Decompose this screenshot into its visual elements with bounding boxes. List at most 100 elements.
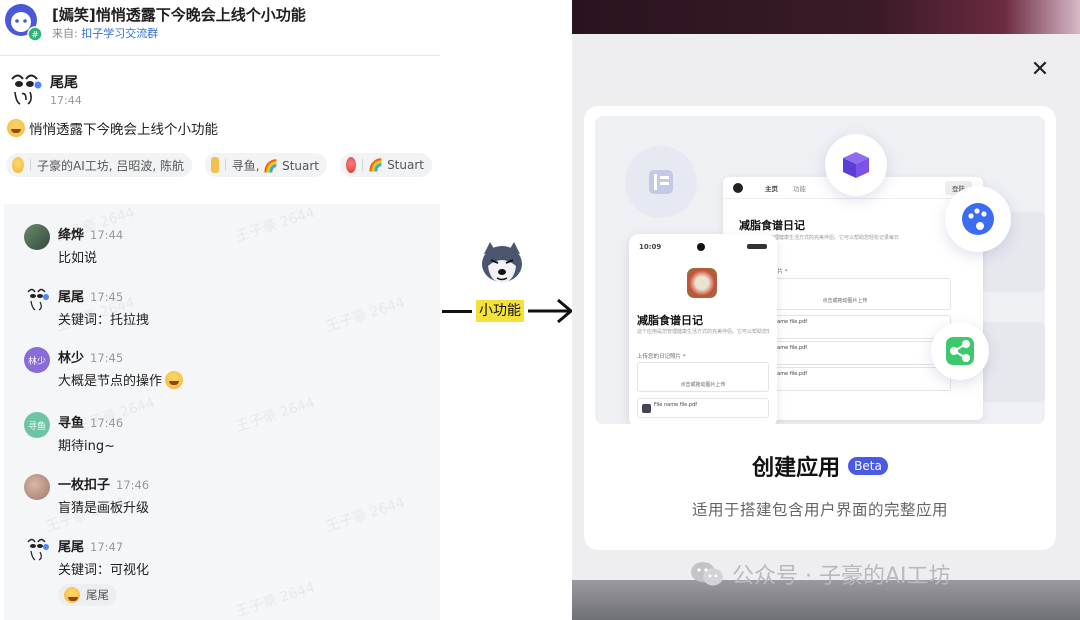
upload-label: 上传您的日记照片 * bbox=[637, 354, 686, 360]
app-title: 减脂食谱日记 bbox=[637, 314, 703, 327]
nav-home: 主页 bbox=[765, 185, 778, 193]
sender-avatar[interactable] bbox=[6, 70, 44, 108]
reply-time: 17:45 bbox=[90, 351, 124, 365]
reply-time: 17:47 bbox=[90, 540, 124, 554]
reply-name[interactable]: 尾尾 bbox=[58, 540, 84, 555]
card-title-text: 创建应用 bbox=[752, 456, 841, 481]
feature-modal: ✕ 主页 功能 登陆 减脂食谱日记 这个应用是您管理健康生活方式的完美伴侣。它可… bbox=[572, 0, 1080, 620]
watermark: 王子豪 2644 bbox=[323, 494, 407, 536]
reply-name[interactable]: 尾尾 bbox=[58, 290, 84, 305]
grin-emoji-icon bbox=[12, 157, 25, 173]
group-avatar[interactable]: # bbox=[4, 3, 42, 41]
reply-text: 期待ing~ bbox=[58, 439, 115, 454]
app-desc: 这个应用是您管理健康生活方式的完美伴侣。它可以帮助您轻松记录每日 bbox=[637, 329, 769, 335]
thumbs-up-icon bbox=[211, 157, 220, 173]
nav-feature: 功能 bbox=[793, 185, 806, 193]
thread-title: [嫣笑]悄悄透露下今晚会上线个小功能 bbox=[52, 6, 306, 24]
file-name: File name file.pdf bbox=[654, 402, 698, 408]
reply-time: 17:44 bbox=[90, 228, 124, 242]
upload-hint: 点击或拖动图片上传 bbox=[680, 382, 726, 388]
laughing-crying-emoji-icon bbox=[165, 370, 184, 389]
watermark: 王子豪 2644 bbox=[323, 294, 407, 336]
reply-avatar[interactable]: 寻鱼 bbox=[24, 412, 50, 438]
reaction-chip[interactable]: 寻鱼, 🌈 Stuart bbox=[205, 153, 327, 177]
reply-time: 17:46 bbox=[90, 416, 124, 430]
reply-name[interactable]: 绛烨 bbox=[58, 228, 84, 243]
upload-box: 点击或拖动图片上传 bbox=[637, 362, 769, 392]
sender-name[interactable]: 尾尾 bbox=[50, 72, 78, 92]
app-title: 减脂食谱日记 bbox=[739, 219, 805, 232]
reaction-users: 子豪的AI工坊, 吕昭波, 陈航 bbox=[36, 158, 184, 173]
phone-time: 10:09 bbox=[639, 243, 662, 251]
wechat-icon bbox=[691, 562, 723, 586]
reply-avatar[interactable]: 林少 bbox=[24, 347, 50, 373]
reaction-users: 寻鱼, 🌈 Stuart bbox=[231, 158, 319, 173]
message-time: 17:44 bbox=[50, 94, 82, 107]
reply-text: 关键词：可视化 bbox=[58, 563, 150, 578]
reaction-users: 🌈 Stuart bbox=[368, 158, 424, 172]
reply-header: 尾尾 17:45 bbox=[58, 286, 123, 305]
reply-header: 尾尾 17:47 bbox=[58, 536, 123, 555]
highlight-label: 小功能 bbox=[476, 300, 524, 322]
thread-header: # [嫣笑]悄悄透露下今晚会上线个小功能 来自: 扣子学习交流群 bbox=[0, 0, 440, 56]
share-icon bbox=[931, 322, 989, 380]
watermark: 王子豪 2644 bbox=[233, 394, 317, 436]
laughing-emoji-icon bbox=[64, 587, 80, 603]
reply-time: 17:46 bbox=[116, 478, 150, 492]
reply-name[interactable]: 一枚扣子 bbox=[58, 478, 110, 493]
arrow-right-icon bbox=[528, 298, 574, 324]
book-icon bbox=[625, 146, 697, 218]
reaction-chip[interactable]: 尾尾 bbox=[58, 584, 117, 606]
file-row: File name file.pdf bbox=[637, 398, 769, 418]
reply-avatar[interactable] bbox=[24, 474, 50, 500]
connector-line bbox=[442, 310, 472, 313]
reply-avatar[interactable] bbox=[24, 224, 50, 250]
reply-content: 大概是节点的操作 bbox=[58, 374, 163, 389]
reply-text: 盲猜是画板升级 bbox=[58, 501, 150, 516]
watermark: 王子豪 2644 bbox=[233, 579, 317, 620]
husky-emoji-icon bbox=[482, 242, 522, 283]
reaction-chip[interactable]: 子豪的AI工坊, 吕昭波, 陈航 bbox=[6, 153, 192, 177]
footer-watermark-text: 公众号 · 子豪的AI工坊 bbox=[732, 564, 951, 589]
reaction-users: 尾尾 bbox=[86, 588, 109, 602]
reply-name[interactable]: 寻鱼 bbox=[58, 416, 84, 431]
phone-mockup: 10:09 减脂食谱日记 这个应用是您管理健康生活方式的完美伴侣。它可以帮助您轻… bbox=[629, 234, 777, 424]
reply-header: 寻鱼 17:46 bbox=[58, 412, 123, 431]
create-app-card[interactable]: 主页 功能 登陆 减脂食谱日记 这个应用是您管理健康生活方式的完美伴侣。它可以帮… bbox=[584, 106, 1056, 550]
svg-text:#: # bbox=[31, 31, 39, 41]
source-group-link[interactable]: 扣子学习交流群 bbox=[81, 27, 158, 40]
chat-panel: # [嫣笑]悄悄透露下今晚会上线个小功能 来自: 扣子学习交流群 尾尾 17:4… bbox=[0, 0, 440, 620]
message-text: 悄悄透露下今晚会上线个小功能 bbox=[7, 118, 218, 138]
palette-icon bbox=[945, 186, 1011, 252]
beta-badge: Beta bbox=[848, 457, 888, 475]
card-description: 适用于搭建包含用户界面的完整应用 bbox=[691, 501, 948, 519]
reply-thread: 王子豪 2644 王子豪 2644 王子豪 2644 王子豪 2644 王子豪 … bbox=[4, 204, 440, 620]
reply-avatar[interactable] bbox=[24, 536, 50, 562]
cube-icon bbox=[825, 134, 887, 196]
rose-icon bbox=[346, 157, 356, 173]
reply-text: 比如说 bbox=[58, 251, 98, 266]
app-preview: 主页 功能 登陆 减脂食谱日记 这个应用是您管理健康生活方式的完美伴侣。它可以帮… bbox=[595, 116, 1045, 424]
thread-source: 来自: 扣子学习交流群 bbox=[52, 25, 158, 41]
reply-text: 大概是节点的操作 bbox=[58, 370, 184, 389]
reply-time: 17:45 bbox=[90, 290, 124, 304]
reply-text: 关键词：托拉拽 bbox=[58, 313, 150, 328]
reply-header: 绛烨 17:44 bbox=[58, 224, 123, 243]
close-icon[interactable]: ✕ bbox=[1028, 58, 1052, 82]
reply-header: 林少 17:45 bbox=[58, 347, 123, 366]
reply-name[interactable]: 林少 bbox=[58, 351, 84, 366]
message-content: 悄悄透露下今晚会上线个小功能 bbox=[29, 122, 218, 138]
reply-header: 一枚扣子 17:46 bbox=[58, 474, 149, 493]
divider bbox=[30, 159, 31, 171]
background-image bbox=[572, 0, 1080, 34]
watermark: 王子豪 2644 bbox=[233, 204, 317, 246]
footer-watermark: 公众号 · 子豪的AI工坊 bbox=[690, 558, 951, 590]
divider bbox=[225, 159, 226, 171]
grin-emoji-icon bbox=[7, 119, 25, 137]
divider bbox=[361, 159, 363, 171]
source-prefix: 来自: bbox=[52, 27, 78, 40]
reply-avatar[interactable] bbox=[24, 286, 50, 312]
reaction-chip[interactable]: 🌈 Stuart bbox=[340, 153, 432, 177]
card-title: 创建应用 Beta bbox=[584, 450, 1056, 482]
salad-image bbox=[687, 268, 717, 298]
